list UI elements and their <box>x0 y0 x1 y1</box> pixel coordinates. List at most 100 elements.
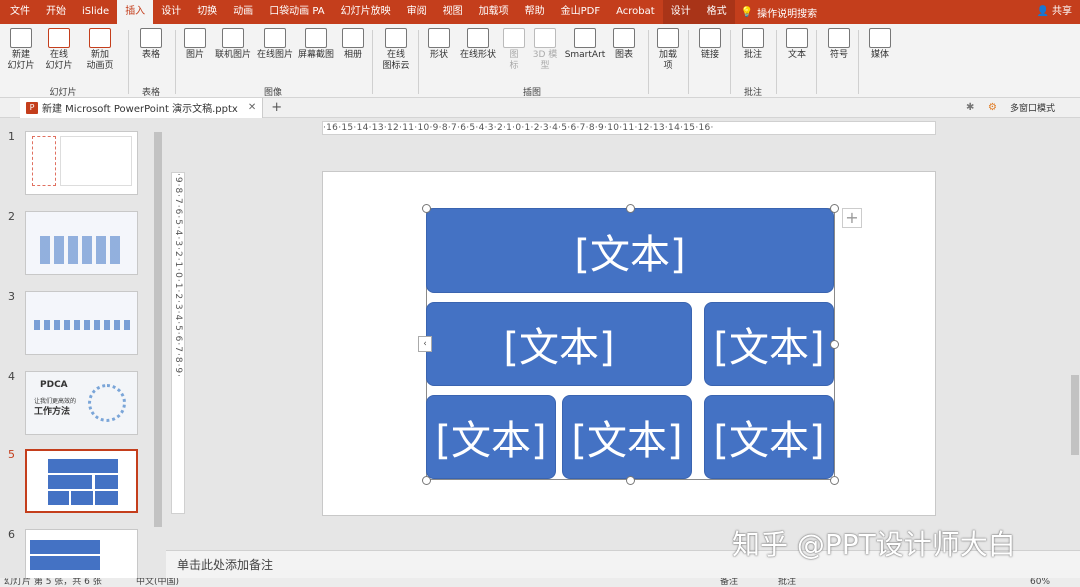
thumbnail-shape <box>48 491 69 505</box>
thumbnail-shape <box>71 491 93 505</box>
thumbnail-chart <box>34 320 130 330</box>
online-slide-button[interactable]: 在线 幻灯片 <box>42 28 76 72</box>
tab-file[interactable]: 文件 <box>2 0 38 24</box>
tab-home[interactable]: 开始 <box>38 0 74 24</box>
slide-scrollbar[interactable] <box>1070 120 1080 550</box>
settings-icon[interactable]: ✱ <box>966 102 974 113</box>
text-pane-toggle[interactable]: ‹ <box>418 336 432 352</box>
tab-help[interactable]: 帮助 <box>517 0 553 24</box>
tab-smartart-design[interactable]: 设计 <box>662 0 699 24</box>
resize-handle[interactable] <box>830 340 839 349</box>
online-pictures-button[interactable]: 联机图片 <box>212 28 254 61</box>
thumbnail-shape <box>30 556 100 570</box>
thumbnail-chart <box>40 236 124 264</box>
symbol-button[interactable]: 符号 <box>826 28 852 61</box>
tab-pocket-animation[interactable]: 口袋动画 PA <box>261 0 332 24</box>
online-slide-icon <box>48 28 70 48</box>
new-animation-page-button[interactable]: 新加 动画页 <box>80 28 120 72</box>
camera-icon <box>305 28 327 48</box>
document-tab[interactable]: P 新建 Microsoft PowerPoint 演示文稿.pptx ✕ <box>20 97 264 118</box>
scrollbar-thumb[interactable] <box>1071 375 1079 455</box>
gear-icon[interactable]: ⚙ <box>988 102 997 113</box>
notes-button[interactable]: 备注 <box>720 578 738 587</box>
online-icons-button[interactable]: 在线 图标云 <box>378 28 414 72</box>
slide-thumbnail-1[interactable] <box>25 131 138 195</box>
table-button[interactable]: 表格 <box>134 28 168 61</box>
tab-design[interactable]: 设计 <box>153 0 189 24</box>
media-button[interactable]: 媒体 <box>866 28 894 61</box>
zoom-level[interactable]: 60% <box>1030 578 1050 587</box>
photo-album-button[interactable]: 相册 <box>340 28 366 61</box>
ribbon-divider <box>128 30 129 94</box>
thumbnail-shape <box>30 540 100 554</box>
group-label-slides: 幻灯片 <box>49 88 77 98</box>
resize-handle[interactable] <box>830 204 839 213</box>
new-slide-icon <box>10 28 32 48</box>
slide-thumbnail-5[interactable] <box>25 449 138 513</box>
tab-addins[interactable]: 加载项 <box>471 0 517 24</box>
smartart-button[interactable]: SmartArt <box>562 28 608 61</box>
ribbon-divider <box>418 30 419 94</box>
tab-kingsoft-pdf[interactable]: 金山PDF <box>553 0 608 24</box>
scrollbar-thumb[interactable] <box>154 132 162 527</box>
table-icon <box>140 28 162 48</box>
chart-icon <box>613 28 635 48</box>
resize-handle[interactable] <box>830 476 839 485</box>
slide-thumbnail-2[interactable] <box>25 211 138 275</box>
thumbnail-scrollbar[interactable] <box>153 120 163 576</box>
shapes-button[interactable]: 形状 <box>424 28 454 61</box>
group-label-illustrations: 插图 <box>522 88 541 98</box>
text-button[interactable]: 文本 <box>784 28 810 61</box>
online-shapes-button[interactable]: 在线形状 <box>456 28 500 61</box>
multi-window-button[interactable]: 多窗口模式 <box>1010 101 1055 114</box>
ribbon-divider <box>372 30 373 94</box>
picture-button[interactable]: 图片 <box>180 28 210 61</box>
addins-button[interactable]: 加载 项 <box>654 28 682 72</box>
smartart-box-middle-right[interactable]: [文本] <box>704 302 834 386</box>
resize-handle[interactable] <box>626 204 635 213</box>
slide-thumbnail-6[interactable] <box>25 529 138 579</box>
status-bar: 幻灯片 第 5 张，共 6 张 中文(中国) 备注 批注 60% <box>0 578 1080 587</box>
tab-view[interactable]: 视图 <box>435 0 471 24</box>
group-label-tables: 表格 <box>141 88 160 98</box>
smartart-box-bottom-center[interactable]: [文本] <box>562 395 692 479</box>
icons-button[interactable]: 图 标 <box>502 28 526 72</box>
resize-handle[interactable] <box>422 476 431 485</box>
tab-insert[interactable]: 插入 <box>117 0 154 24</box>
tab-format[interactable]: 格式 <box>698 0 735 24</box>
tab-transitions[interactable]: 切换 <box>189 0 225 24</box>
smartart-box-bottom-left[interactable]: [文本] <box>426 395 556 479</box>
tab-islide[interactable]: iSlide <box>74 0 117 24</box>
chart-button[interactable]: 图表 <box>610 28 638 61</box>
close-icon[interactable]: ✕ <box>248 102 256 113</box>
tab-animations[interactable]: 动画 <box>225 0 261 24</box>
comment-button[interactable]: 批注 <box>738 28 768 61</box>
tab-acrobat[interactable]: Acrobat <box>608 0 663 24</box>
comments-button[interactable]: 批注 <box>778 578 796 587</box>
smartart-box-middle-left[interactable]: [文本] <box>426 302 692 386</box>
smartart-box-bottom-right[interactable]: [文本] <box>704 395 834 479</box>
3d-models-button[interactable]: 3D 模 型 <box>530 28 560 72</box>
language-text[interactable]: 中文(中国) <box>136 578 179 587</box>
screenshot-button[interactable]: 屏幕截图 <box>296 28 336 61</box>
slide-thumbnail-4[interactable]: PDCA 让我们更高效的 工作方法 <box>25 371 138 435</box>
resize-handle[interactable] <box>626 476 635 485</box>
add-tab-icon[interactable]: + <box>271 100 282 115</box>
new-slide-button[interactable]: 新建 幻灯片 <box>4 28 38 72</box>
smartart-box-top[interactable]: [文本] <box>426 208 834 293</box>
comment-icon <box>742 28 764 48</box>
share-button[interactable]: 👤 共享 <box>1037 0 1072 24</box>
tab-review[interactable]: 审阅 <box>399 0 435 24</box>
horizontal-ruler: ·16·15·14·13·12·11·10·9·8·7·6·5·4·3·2·1·… <box>322 121 936 135</box>
link-button[interactable]: 链接 <box>696 28 724 61</box>
slide-thumbnail-3[interactable] <box>25 291 138 355</box>
tell-me-search[interactable]: 💡 操作说明搜索 <box>741 5 817 20</box>
cloud-picture-icon <box>264 28 286 48</box>
smartart-icon <box>574 28 596 48</box>
ribbon-divider <box>730 30 731 94</box>
online-pictures2-button[interactable]: 在线图片 <box>254 28 296 61</box>
text-icon <box>786 28 808 48</box>
tab-slideshow[interactable]: 幻灯片放映 <box>333 0 399 24</box>
resize-handle[interactable] <box>422 204 431 213</box>
layout-options-icon[interactable]: + <box>842 208 862 228</box>
